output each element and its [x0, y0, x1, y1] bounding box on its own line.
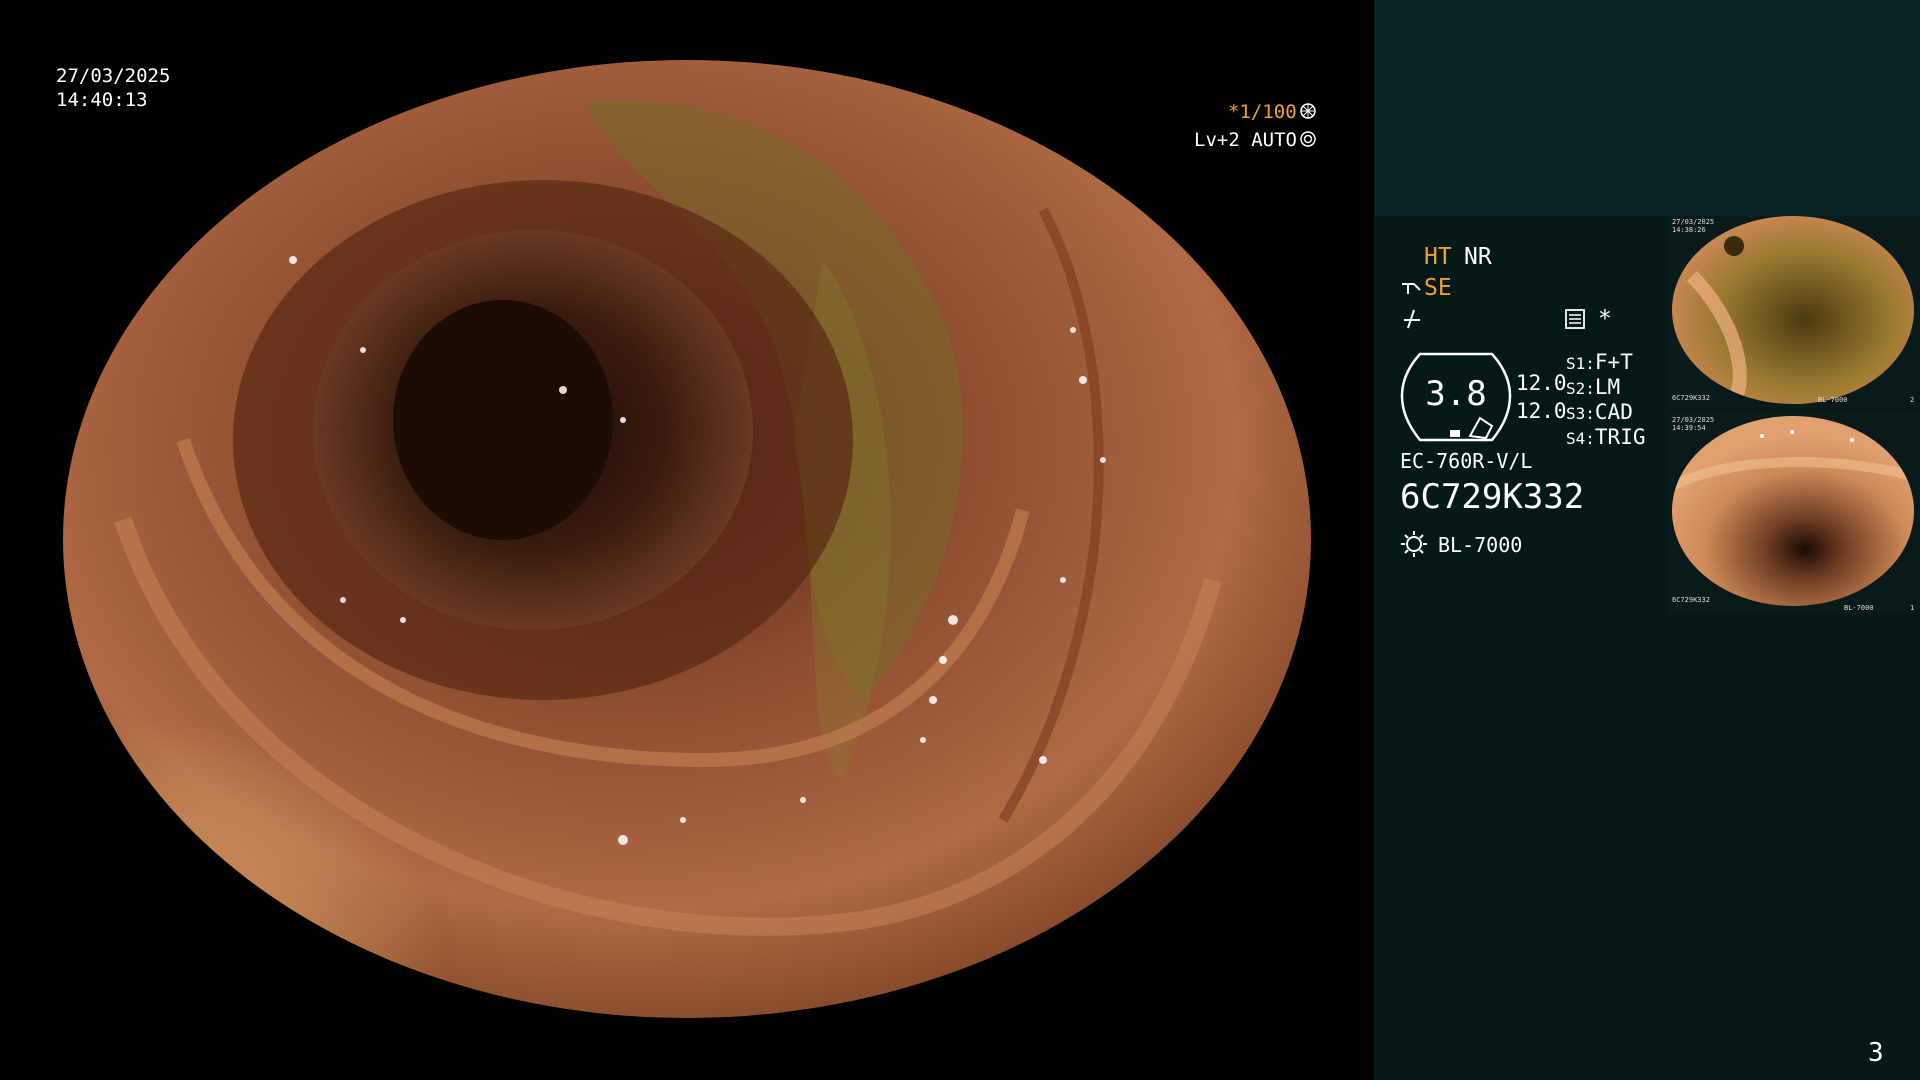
gauge-value: 3.8 [1425, 374, 1487, 414]
mode-nr: NR [1464, 244, 1492, 270]
iris-icon [1300, 131, 1316, 147]
thumbnail-1[interactable]: 27/03/2025 14:38:26 6C729K332 BL-7000 2 [1668, 216, 1920, 408]
mode-se: SE [1424, 275, 1452, 301]
freeze-icon [1402, 308, 1422, 330]
settings-sheet-icon [1564, 308, 1586, 330]
aperture-icon [1300, 103, 1316, 119]
thumbnail-2-date: 27/03/2025 [1672, 416, 1715, 424]
scope-model: EC-760R-V/L [1400, 449, 1533, 473]
endoscope-main-view [63, 60, 1311, 1018]
readout-1: 12.0 [1516, 371, 1567, 395]
enhance-icon [1400, 278, 1424, 298]
thumbnail-1-date: 27/03/2025 [1672, 218, 1715, 226]
colon-lumen-image [63, 60, 1311, 1018]
thumbnail-2-image [1672, 416, 1914, 606]
thumbnail-1-time: 14:38:26 [1672, 226, 1706, 234]
mode-ht: HT [1424, 244, 1452, 270]
shutter-label: *1/100 [1228, 101, 1297, 123]
thumbnail-2-index: 1 [1910, 604, 1915, 612]
asterisk-marker: * [1598, 306, 1612, 332]
switch-item: S4:TRIG [1566, 425, 1646, 449]
thumbnail-2-time: 14:39:54 [1672, 424, 1706, 432]
readout-2: 12.0 [1516, 399, 1567, 423]
panel-top [1374, 0, 1920, 216]
level-mode-label: Lv+2 AUTO [1194, 129, 1297, 151]
switch-item: S3:CAD [1566, 400, 1633, 424]
date-label: 27/03/2025 [56, 65, 171, 87]
switch-item: S2:LM [1566, 375, 1621, 399]
switch-item: S1:F+T [1566, 350, 1633, 374]
scope-serial: 6C729K332 [1400, 477, 1585, 517]
thumbnail-2[interactable]: 27/03/2025 14:39:54 6C729K332 BL-7000 1 [1668, 412, 1920, 614]
page-number: 3 [1868, 1038, 1884, 1068]
thumbnail-1-source: BL-7000 [1818, 396, 1848, 404]
thumbnail-2-source: BL-7000 [1844, 604, 1874, 612]
thumbnail-1-image [1672, 216, 1914, 404]
time-label: 14:40:13 [56, 89, 148, 111]
thumbnail-1-index: 2 [1910, 396, 1915, 404]
light-source-icon [1400, 530, 1428, 558]
thumbnail-2-serial: 6C729K332 [1672, 596, 1710, 604]
light-source-label: BL-7000 [1438, 533, 1523, 557]
thumbnail-1-serial: 6C729K332 [1672, 394, 1710, 402]
